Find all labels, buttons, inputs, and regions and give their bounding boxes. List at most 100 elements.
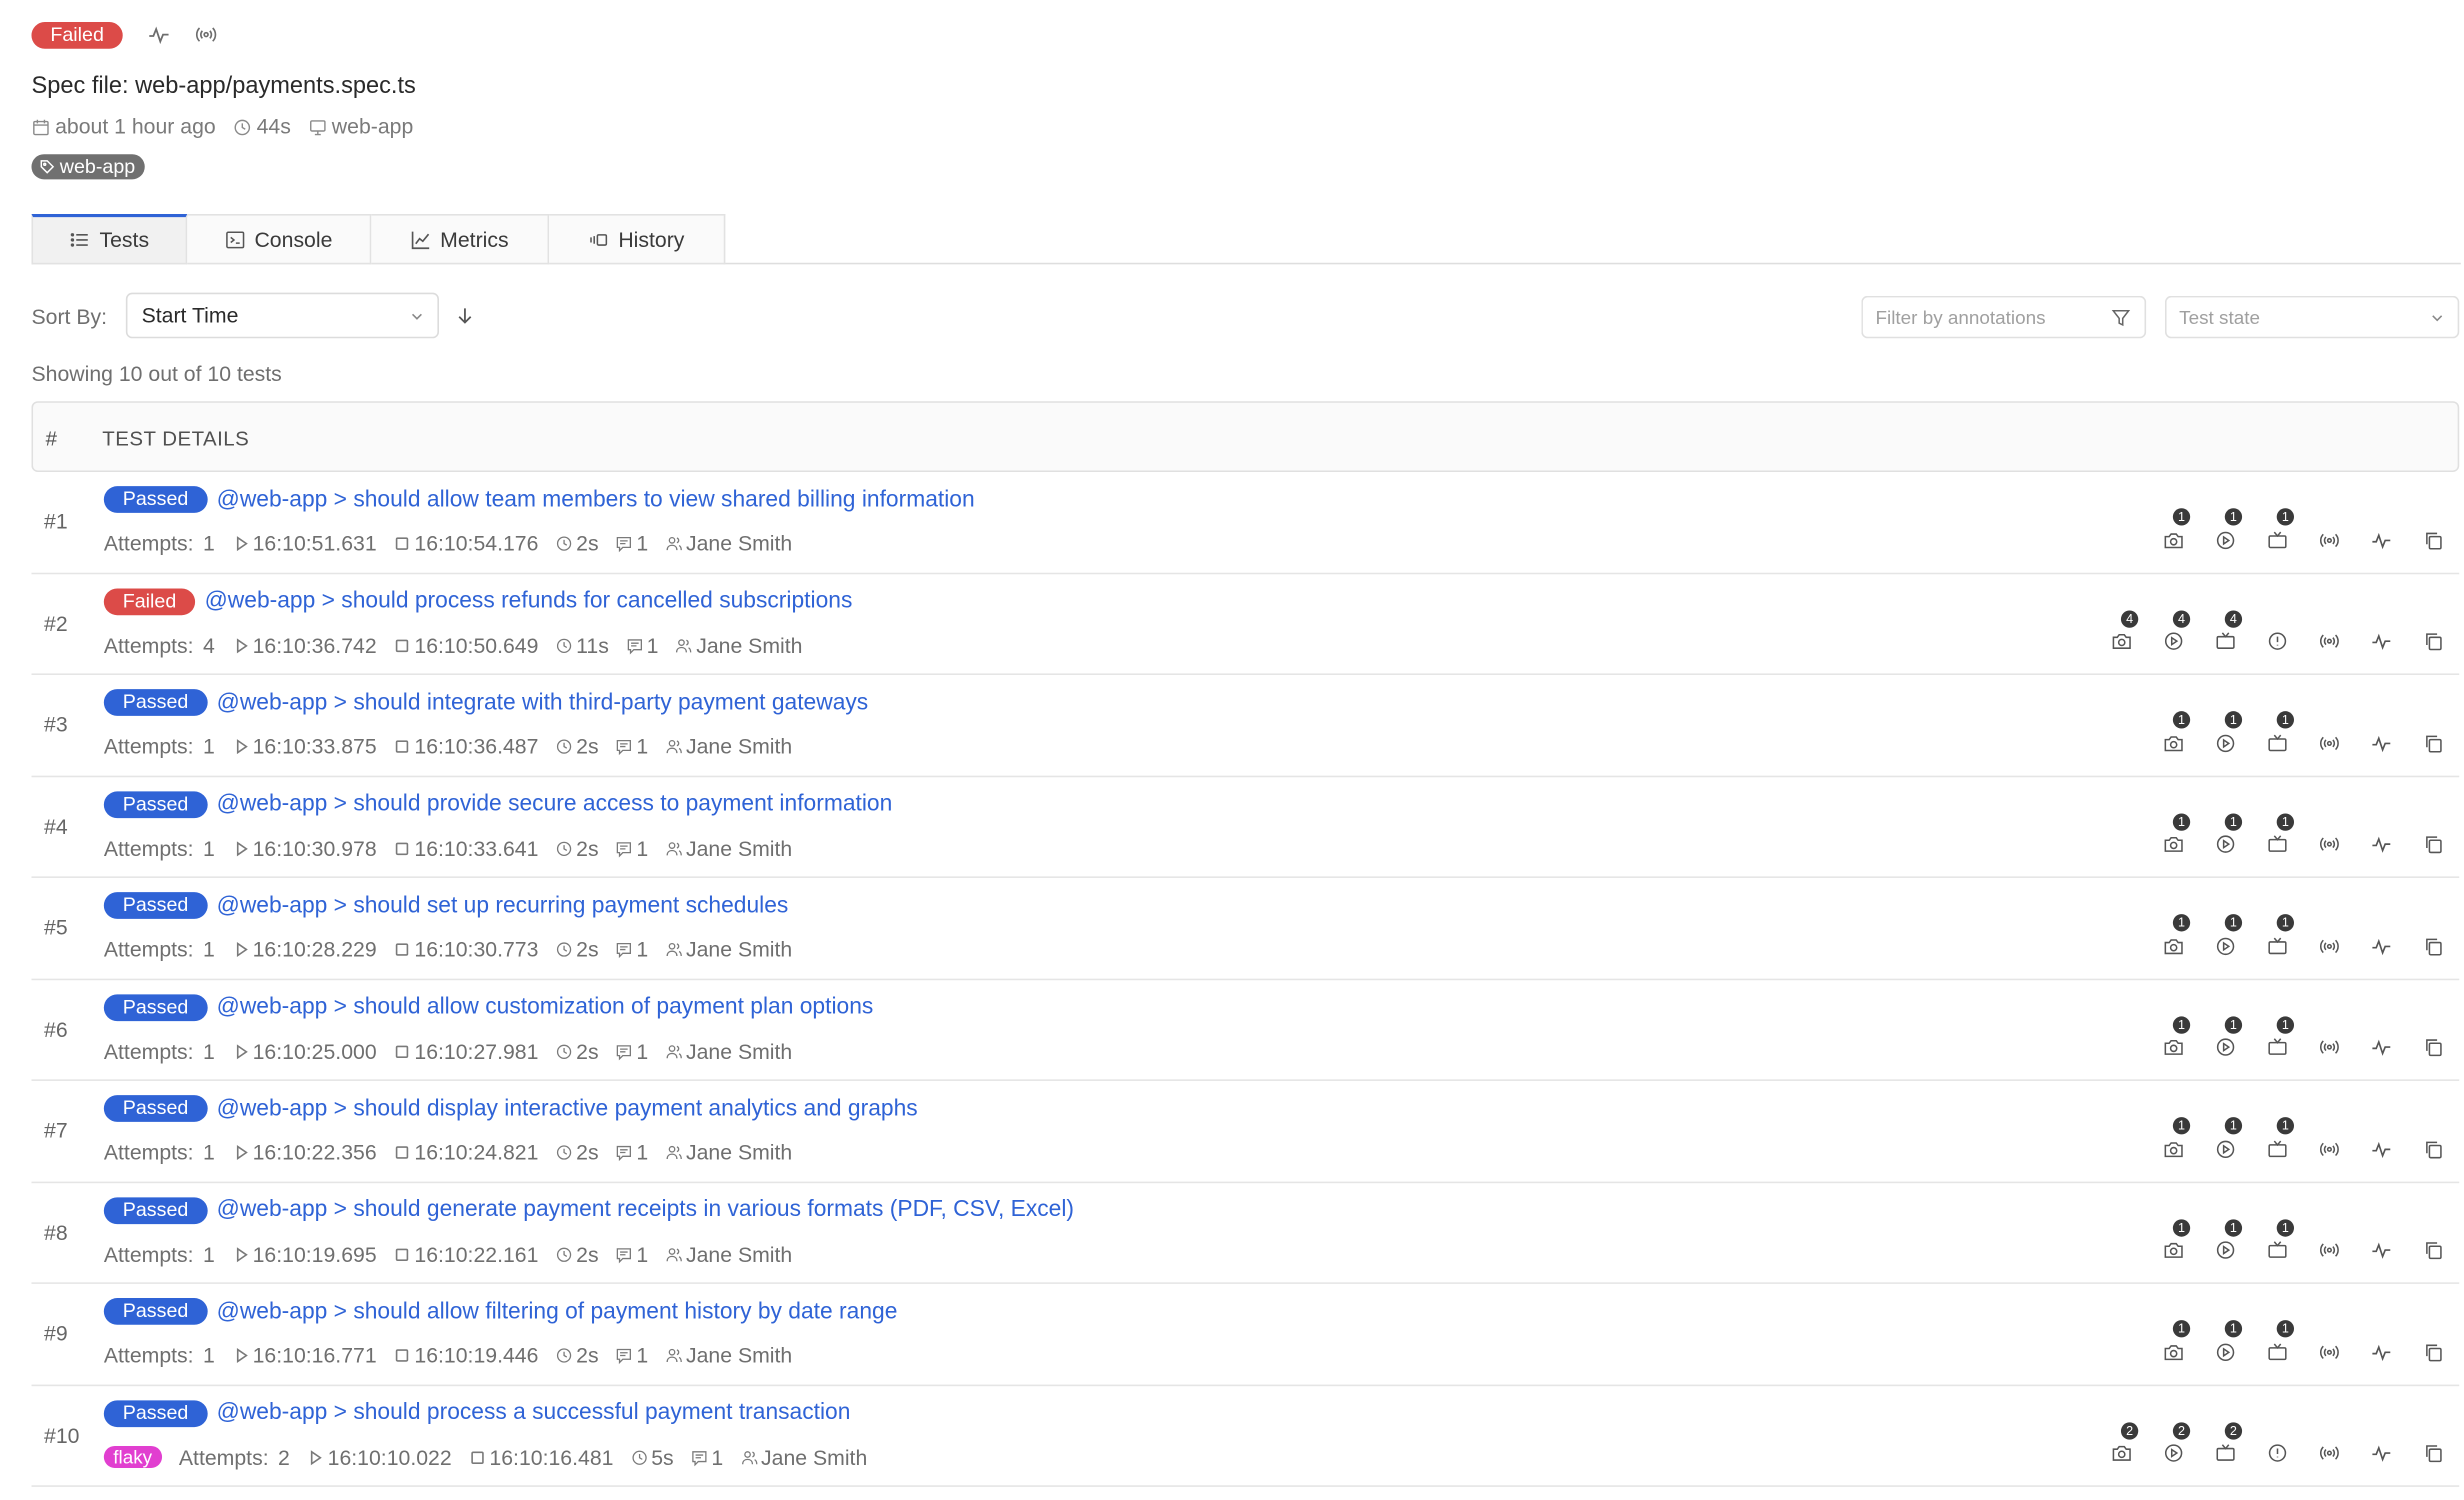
- traces-button[interactable]: 1: [2252, 1218, 2304, 1265]
- videos-button[interactable]: 1: [2200, 812, 2252, 859]
- network-button[interactable]: [2303, 1437, 2355, 1468]
- tab-console[interactable]: Console: [187, 213, 372, 265]
- network-button[interactable]: [2303, 727, 2355, 758]
- screenshots-button[interactable]: 1: [2148, 508, 2200, 555]
- screenshots-button[interactable]: 1: [2148, 1218, 2200, 1265]
- test-row[interactable]: #10 Passed @web-app > should process a suc…: [31, 1385, 2460, 1487]
- traces-button[interactable]: 1: [2252, 508, 2304, 555]
- test-row[interactable]: #7 Passed @web-app > should display intera…: [31, 1081, 2460, 1183]
- copy-button[interactable]: [2407, 1234, 2459, 1265]
- network-button[interactable]: [2303, 930, 2355, 961]
- videos-button[interactable]: 1: [2200, 711, 2252, 758]
- test-row[interactable]: #6 Passed @web-app > should allow customiz…: [31, 979, 2460, 1081]
- activity-button[interactable]: [2355, 930, 2407, 961]
- network-button[interactable]: [2303, 625, 2355, 656]
- test-row[interactable]: #8 Passed @web-app > should generate payme…: [31, 1182, 2460, 1284]
- traces-button[interactable]: 1: [2252, 914, 2304, 961]
- traces-button[interactable]: 1: [2252, 711, 2304, 758]
- test-title-link[interactable]: @web-app > should process a successful p…: [217, 1400, 851, 1425]
- test-row[interactable]: #5 Passed @web-app > should set up recurri…: [31, 878, 2460, 980]
- screenshots-button[interactable]: 2: [2096, 1421, 2148, 1468]
- tab-history[interactable]: History: [549, 213, 726, 265]
- screenshots-button[interactable]: 4: [2096, 609, 2148, 656]
- test-title-link[interactable]: @web-app > should display interactive pa…: [217, 1096, 918, 1121]
- videos-button[interactable]: 1: [2200, 1117, 2252, 1164]
- test-title-link[interactable]: @web-app > should allow team members to …: [217, 487, 975, 512]
- copy-button[interactable]: [2407, 1437, 2459, 1468]
- screenshots-button[interactable]: 1: [2148, 1117, 2200, 1164]
- activity-icon[interactable]: [148, 24, 170, 46]
- test-title-link[interactable]: @web-app > should generate payment recei…: [217, 1197, 1074, 1222]
- activity-button[interactable]: [2355, 1234, 2407, 1265]
- screenshots-button[interactable]: 1: [2148, 1015, 2200, 1062]
- traces-button[interactable]: 1: [2252, 1117, 2304, 1164]
- annotations: 1: [616, 532, 648, 555]
- network-button[interactable]: [2303, 524, 2355, 555]
- test-title-link[interactable]: @web-app > should allow customization of…: [217, 994, 874, 1019]
- test-title-link[interactable]: @web-app > should allow filtering of pay…: [217, 1299, 898, 1324]
- network-button[interactable]: [2303, 1336, 2355, 1367]
- test-row[interactable]: #9 Passed @web-app > should allow filterin…: [31, 1284, 2460, 1386]
- annotation-filter-input[interactable]: Filter by annotations: [1861, 295, 2147, 339]
- activity-button[interactable]: [2355, 625, 2407, 656]
- sort-direction-arrow-icon[interactable]: [455, 305, 475, 325]
- copy-button[interactable]: [2407, 828, 2459, 859]
- videos-button[interactable]: 1: [2200, 1015, 2252, 1062]
- network-button[interactable]: [2303, 1234, 2355, 1265]
- activity-button[interactable]: [2355, 1336, 2407, 1367]
- traces-button[interactable]: 1: [2252, 1015, 2304, 1062]
- test-state-select[interactable]: Test state: [2164, 295, 2460, 339]
- videos-button[interactable]: 1: [2200, 1320, 2252, 1367]
- traces-button[interactable]: 4: [2200, 609, 2252, 656]
- network-button[interactable]: [2303, 1031, 2355, 1062]
- test-row[interactable]: #2 Failed @web-app > should process refund…: [31, 574, 2460, 675]
- tab-tests[interactable]: Tests: [31, 213, 188, 265]
- videos-button[interactable]: 1: [2200, 1218, 2252, 1265]
- broadcast-icon[interactable]: [195, 24, 217, 46]
- copy-button[interactable]: [2407, 1336, 2459, 1367]
- activity-button[interactable]: [2355, 1031, 2407, 1062]
- test-row[interactable]: #1 Passed @web-app > should allow team mem…: [31, 472, 2460, 574]
- screenshots-button[interactable]: 1: [2148, 812, 2200, 859]
- activity-button[interactable]: [2355, 727, 2407, 758]
- traces-button[interactable]: 2: [2200, 1421, 2252, 1468]
- videos-button[interactable]: 4: [2148, 609, 2200, 656]
- copy-button[interactable]: [2407, 625, 2459, 656]
- screenshots-button[interactable]: 1: [2148, 914, 2200, 961]
- activity-button[interactable]: [2355, 524, 2407, 555]
- attempts-label: Attempts:: [103, 734, 194, 759]
- test-title-link[interactable]: @web-app > should process refunds for ca…: [205, 588, 853, 613]
- traces-button[interactable]: 1: [2252, 812, 2304, 859]
- test-row[interactable]: #4 Passed @web-app > should provide secure…: [31, 776, 2460, 878]
- test-title-link[interactable]: @web-app > should set up recurring payme…: [217, 893, 789, 918]
- videos-button[interactable]: 1: [2200, 914, 2252, 961]
- end-time: 16:10:50.649: [394, 633, 538, 657]
- videos-button[interactable]: 2: [2148, 1421, 2200, 1468]
- network-button[interactable]: [2303, 828, 2355, 859]
- tab-metrics[interactable]: Metrics: [371, 213, 550, 265]
- error-button[interactable]: [2252, 625, 2304, 656]
- test-status-badge: Passed: [103, 1095, 208, 1122]
- copy-button[interactable]: [2407, 524, 2459, 555]
- activity-button[interactable]: [2355, 1133, 2407, 1164]
- tag-chip[interactable]: web-app: [31, 154, 145, 180]
- start-time-icon: [307, 1448, 324, 1465]
- annotations: 1: [616, 1242, 648, 1266]
- screenshots-button[interactable]: 1: [2148, 1320, 2200, 1367]
- sort-select[interactable]: Start Time: [125, 292, 439, 339]
- duration-meta: 44s: [233, 115, 291, 138]
- copy-button[interactable]: [2407, 1031, 2459, 1062]
- activity-button[interactable]: [2355, 1437, 2407, 1468]
- traces-button[interactable]: 1: [2252, 1320, 2304, 1367]
- activity-button[interactable]: [2355, 828, 2407, 859]
- screenshots-button[interactable]: 1: [2148, 711, 2200, 758]
- copy-button[interactable]: [2407, 930, 2459, 961]
- videos-button[interactable]: 1: [2200, 508, 2252, 555]
- test-row[interactable]: #3 Passed @web-app > should integrate with…: [31, 675, 2460, 777]
- copy-button[interactable]: [2407, 727, 2459, 758]
- copy-button[interactable]: [2407, 1133, 2459, 1164]
- test-title-link[interactable]: @web-app > should provide secure access …: [217, 791, 893, 816]
- error-button[interactable]: [2252, 1437, 2304, 1468]
- test-title-link[interactable]: @web-app > should integrate with third-p…: [217, 690, 869, 715]
- network-button[interactable]: [2303, 1133, 2355, 1164]
